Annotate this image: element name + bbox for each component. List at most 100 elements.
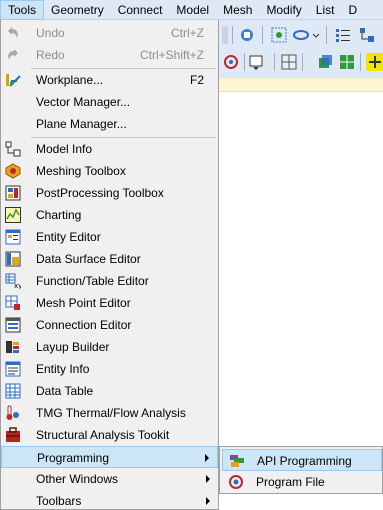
menu-item-shortcut: Ctrl+Shift+Z	[139, 48, 204, 62]
menu-item-label: Plane Manager...	[36, 117, 127, 131]
menu-model[interactable]: Model	[169, 0, 216, 20]
charting-icon	[5, 207, 21, 223]
menu-item-label: Entity Editor	[36, 230, 101, 244]
tmg-thermal-icon	[5, 405, 21, 421]
rotate-icon[interactable]	[292, 26, 310, 44]
menu-geometry[interactable]: Geometry	[44, 0, 111, 20]
menu-item-vector-manager[interactable]: Vector Manager...	[1, 91, 218, 113]
menu-item-data-table[interactable]: Data Table	[1, 380, 218, 402]
grid-icon[interactable]	[280, 53, 298, 71]
submenu-arrow-icon	[206, 475, 210, 483]
submenu-item-label: API Programming	[257, 454, 352, 468]
menu-item-label: Vector Manager...	[36, 95, 131, 109]
menu-item-shortcut: Ctrl+Z	[171, 26, 204, 40]
menu-item-tmg-thermal-flow[interactable]: TMG Thermal/Flow Analysis	[1, 402, 218, 424]
menu-item-label: Model Info	[36, 142, 93, 156]
redo-icon	[5, 47, 21, 63]
menu-item-label: Layup Builder	[36, 340, 110, 354]
select-dropdown-icon[interactable]	[248, 53, 266, 71]
tree-view-icon[interactable]	[358, 26, 376, 44]
menu-item-label: Charting	[36, 208, 82, 222]
menu-item-label: PostProcessing Toolbox	[36, 186, 164, 200]
menu-item-plane-manager[interactable]: Plane Manager...	[1, 113, 218, 135]
menu-item-programming[interactable]: Programming	[1, 446, 218, 468]
menu-connect[interactable]: Connect	[111, 0, 170, 20]
submenu-item-label: Program File	[256, 475, 325, 489]
mesh-icon[interactable]	[338, 53, 356, 71]
menu-tools[interactable]: Tools	[0, 0, 45, 20]
model-info-icon	[5, 141, 21, 157]
meshing-toolbox-icon	[5, 163, 21, 179]
highlight-icon[interactable]	[366, 53, 383, 71]
toolbar-row-2	[218, 50, 383, 74]
data-surface-editor-icon	[5, 251, 21, 267]
structural-toolkit-icon	[5, 427, 21, 443]
program-file-icon	[228, 474, 244, 490]
menu-item-label: Undo	[36, 26, 65, 40]
menu-truncated[interactable]: D	[341, 0, 364, 20]
svg-text:xy: xy	[14, 282, 21, 289]
menu-item-label: Programming	[37, 451, 110, 465]
menu-item-entity-info[interactable]: Entity Info	[1, 358, 218, 380]
menu-item-other-windows[interactable]: Other Windows	[1, 468, 218, 490]
submenu-item-api-programming[interactable]: API Programming	[222, 449, 382, 471]
api-programming-icon	[229, 453, 245, 469]
menu-item-data-surface-editor[interactable]: Data Surface Editor	[1, 248, 218, 270]
menu-item-entity-editor[interactable]: Entity Editor	[1, 226, 218, 248]
menu-item-label: Function/Table Editor	[36, 274, 149, 288]
menu-item-label: Entity Info	[36, 362, 90, 376]
menu-list[interactable]: List	[309, 0, 342, 20]
menu-item-label: Mesh Point Editor	[36, 296, 131, 310]
menu-mesh[interactable]: Mesh	[216, 0, 259, 20]
menu-item-structural-analysis-toolkit[interactable]: Structural Analysis Tookit	[1, 424, 218, 446]
data-table-icon	[5, 383, 21, 399]
chevron-down-icon[interactable]	[312, 26, 320, 44]
menu-item-label: Workplane...	[36, 73, 104, 87]
zoom-icon[interactable]	[270, 26, 288, 44]
menu-item-label: Other Windows	[36, 472, 119, 486]
menu-item-connection-editor[interactable]: Connection Editor	[1, 314, 218, 336]
menu-item-function-table-editor[interactable]: xy Function/Table Editor	[1, 270, 218, 292]
programming-submenu: API Programming Program File	[219, 446, 383, 494]
menu-item-meshing-toolbox[interactable]: Meshing Toolbox	[1, 160, 218, 182]
entity-editor-icon	[5, 229, 21, 245]
menu-item-redo[interactable]: Redo Ctrl+Shift+Z	[1, 44, 218, 66]
submenu-arrow-icon	[206, 497, 210, 505]
entity-info-icon	[5, 361, 21, 377]
dropdown-stub-icon[interactable]	[222, 26, 228, 44]
toolbar-row-1	[218, 23, 383, 47]
tools-menu: Undo Ctrl+Z Redo Ctrl+Shift+Z Workplane.…	[0, 20, 219, 510]
menu-item-label: Redo	[36, 48, 65, 62]
connection-editor-icon	[5, 317, 21, 333]
menu-item-undo[interactable]: Undo Ctrl+Z	[1, 22, 218, 44]
menu-item-mesh-point-editor[interactable]: Mesh Point Editor	[1, 292, 218, 314]
toolbar-area	[218, 20, 383, 78]
function-table-editor-icon: xy	[5, 273, 22, 290]
mesh-point-editor-icon	[5, 295, 21, 311]
layup-builder-icon	[5, 339, 21, 355]
target-icon[interactable]	[222, 53, 240, 71]
submenu-item-program-file[interactable]: Program File	[222, 471, 382, 493]
menu-item-postprocessing-toolbox[interactable]: PostProcessing Toolbox	[1, 182, 218, 204]
menu-item-layup-builder[interactable]: Layup Builder	[1, 336, 218, 358]
menu-item-label: Toolbars	[36, 494, 82, 508]
postprocessing-toolbox-icon	[5, 185, 21, 201]
solid-icon[interactable]	[316, 53, 334, 71]
menu-modify[interactable]: Modify	[259, 0, 308, 20]
list-view-icon[interactable]	[334, 26, 352, 44]
submenu-arrow-icon	[205, 454, 209, 462]
menu-item-label: Connection Editor	[36, 318, 132, 332]
menu-item-toolbars[interactable]: Toolbars	[1, 490, 218, 510]
menu-bar: Tools Geometry Connect Model Mesh Modify…	[0, 0, 383, 20]
undo-icon	[5, 25, 21, 41]
menu-item-label: TMG Thermal/Flow Analysis	[36, 406, 186, 420]
menu-item-label: Structural Analysis Tookit	[36, 428, 170, 442]
menu-item-model-info[interactable]: Model Info	[1, 138, 218, 160]
menu-item-label: Data Surface Editor	[36, 252, 141, 266]
canvas-header-strip	[218, 78, 383, 92]
menu-item-workplane[interactable]: Workplane... F2	[1, 69, 218, 91]
view-icon[interactable]	[238, 26, 256, 44]
menu-item-label: Meshing Toolbox	[36, 164, 126, 178]
menu-item-charting[interactable]: Charting	[1, 204, 218, 226]
menu-item-shortcut: F2	[189, 73, 204, 87]
